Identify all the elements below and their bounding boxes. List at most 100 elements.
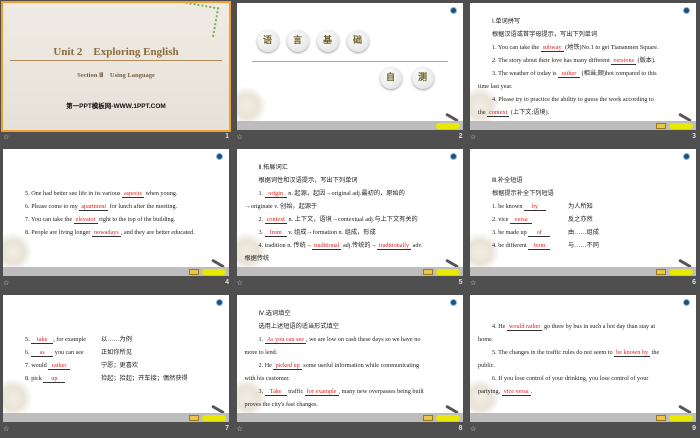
text-line: 2. vice versa 反之亦然	[484, 213, 686, 226]
text-line	[17, 307, 219, 320]
answer-blank: up	[43, 375, 66, 383]
back-button[interactable]	[189, 269, 199, 275]
slide-badge-icon	[449, 153, 457, 160]
transition-icon[interactable]: ☆	[3, 279, 9, 287]
back-button[interactable]	[422, 415, 433, 421]
slide-bottom-bar	[3, 413, 229, 422]
slide-badge-icon	[216, 153, 223, 160]
text-segment: 6. Please come to my	[25, 203, 80, 210]
slide-content: Ⅳ.选词填空 选用上述短语的适当形式填空 1. As you can see, we…	[245, 307, 453, 411]
text-line	[17, 161, 219, 174]
text-line: 2. context n. 上下文，语境→contextual adj.与上下文…	[251, 213, 453, 226]
text-segment: 2. The story about their love has many d…	[492, 57, 612, 64]
menu-button[interactable]	[435, 123, 460, 129]
text-segment: 根据传统	[244, 255, 270, 262]
text-segment: 5. The changes in the traffic rules do n…	[492, 349, 615, 356]
back-button[interactable]	[656, 269, 666, 275]
answer-blank: by	[523, 203, 546, 211]
slide-thumbnail-9[interactable]: 4. He would rather go there by bus in su…	[470, 295, 696, 422]
answer-blank: subway	[540, 44, 564, 52]
flower-decoration	[236, 86, 267, 126]
text-line: with his customer.	[245, 372, 453, 385]
slide-thumbnail-4[interactable]: 5. One had better see life in its variou…	[3, 149, 229, 276]
text-segment: Ⅳ.选词填空	[258, 310, 291, 317]
menu-button[interactable]	[435, 269, 460, 275]
slide-cell: Ⅱ.拓展词汇 根据词性和汉语提示，写出下列单词 1. origin n. 起源，起因…	[234, 146, 467, 292]
transition-icon[interactable]: ☆	[470, 133, 476, 141]
answer-blank: picked up	[273, 362, 302, 370]
text-segment: adj.传统的→	[341, 242, 377, 249]
text-segment: Ⅲ.补全短语	[492, 177, 523, 184]
back-button[interactable]	[656, 123, 666, 129]
text-segment: n. 上下文，语境→contextual adj.与上下文有关的	[286, 216, 418, 223]
text-line: partying, vice versa.	[478, 385, 686, 398]
menu-button[interactable]	[669, 123, 693, 129]
transition-icon[interactable]: ☆	[470, 425, 476, 433]
back-button[interactable]	[422, 269, 433, 275]
transition-icon[interactable]: ☆	[237, 425, 243, 433]
transition-icon[interactable]: ☆	[3, 133, 9, 141]
text-line: Ⅲ.补全短语	[484, 174, 686, 187]
text-segment: you can see	[53, 349, 84, 356]
slide-number: 7	[225, 425, 229, 432]
answer-blank: rather	[558, 70, 581, 78]
slide-cell: 语言基础自测 ☆ 2	[234, 0, 467, 146]
slide-thumbnail-2[interactable]: 语言基础自测	[236, 3, 463, 130]
text-segment: , many new overpasses being built	[338, 388, 424, 395]
meaning-text: 由……组成	[568, 229, 599, 236]
text-line: 2. He picked up some useful information …	[251, 359, 453, 372]
slide-cell: 5. take, for example 以……为例 6. as you can s…	[0, 292, 233, 438]
transition-icon[interactable]: ☆	[470, 279, 476, 287]
transition-icon[interactable]: ☆	[237, 279, 243, 287]
slide-badge-icon	[683, 299, 690, 306]
answer-blank: aspects	[121, 190, 144, 198]
text-line: proves the city's fast changes.	[245, 398, 453, 411]
text-segment: (上下文;语境).	[509, 109, 550, 116]
slide-number: 6	[692, 279, 696, 286]
menu-button[interactable]	[435, 415, 460, 421]
slide-thumbnail-5[interactable]: Ⅱ.拓展词汇 根据词性和汉语提示，写出下列单词 1. origin n. 起源，起因…	[236, 149, 463, 276]
transition-icon[interactable]: ☆	[3, 425, 9, 433]
meaning-text: 以……为例	[101, 336, 132, 343]
slide-thumbnail-8[interactable]: Ⅳ.选词填空 选用上述短语的适当形式填空 1. As you can see, we…	[236, 295, 463, 422]
text-line: 5. The changes in the traffic rules do n…	[484, 346, 686, 359]
text-segment: v. 组成→formation n. 组成，形成	[286, 229, 376, 236]
circle-char: 语	[256, 30, 279, 52]
text-segment: .	[530, 388, 533, 395]
slide-number: 5	[458, 279, 463, 286]
text-segment: 2. He	[258, 362, 274, 369]
text-segment: (相当;颇)hot compared to this	[580, 70, 657, 77]
text-line: 2. The story about their love has many d…	[484, 54, 686, 67]
menu-button[interactable]	[202, 269, 226, 275]
menu-button[interactable]	[202, 415, 226, 421]
slide-thumbnail-7[interactable]: 5. take, for example 以……为例 6. as you can s…	[3, 295, 229, 422]
slide-number: 9	[692, 425, 696, 432]
text-segment: 1. be known	[492, 203, 524, 210]
text-segment: 7. You can take the	[25, 216, 74, 223]
slide-footer: ☆ 6	[470, 279, 696, 291]
slide-thumbnail-1[interactable]: Unit 2 Exploring English Section Ⅲ Using …	[1, 1, 231, 132]
slide-footer: ☆ 3	[470, 133, 696, 145]
menu-button[interactable]	[669, 269, 693, 275]
slide-cell: 4. He would rather go there by bus in su…	[467, 292, 700, 438]
back-button[interactable]	[656, 415, 666, 421]
text-segment: when young.	[143, 190, 178, 197]
text-segment: some useful information while communicat…	[301, 362, 420, 369]
meaning-text: 宁愿；更喜欢	[101, 362, 139, 369]
back-button[interactable]	[189, 415, 199, 421]
text-segment	[25, 164, 27, 171]
meaning-text: 与……不同	[568, 242, 599, 249]
menu-button[interactable]	[669, 415, 693, 421]
text-line: 4. Please try to practice the ability to…	[484, 93, 686, 106]
slide-content: Ⅱ.拓展词汇 根据词性和汉语提示，写出下列单词 1. origin n. 起源，起因…	[245, 161, 453, 265]
text-segment: partying,	[478, 388, 502, 395]
text-line: 根据汉语或首字母提示，写出下列单词	[484, 28, 686, 41]
slide-thumbnail-3[interactable]: Ⅰ.单词拼写 根据汉语或首字母提示，写出下列单词 1. You can take t…	[470, 3, 696, 130]
text-segment: 根据汉语或首字母提示，写出下列单词	[492, 31, 598, 38]
slide-number: 2	[458, 133, 463, 140]
transition-icon[interactable]: ☆	[237, 133, 243, 141]
text-line: →originate v. 创始，起源于	[245, 200, 453, 213]
text-segment: proves the city's fast changes.	[244, 401, 318, 408]
slide-thumbnail-6[interactable]: Ⅲ.补全短语 根据提示补全下列短语 1. be known by 为人所知 2. vic…	[470, 149, 696, 276]
text-line: Ⅱ.拓展词汇	[251, 161, 453, 174]
